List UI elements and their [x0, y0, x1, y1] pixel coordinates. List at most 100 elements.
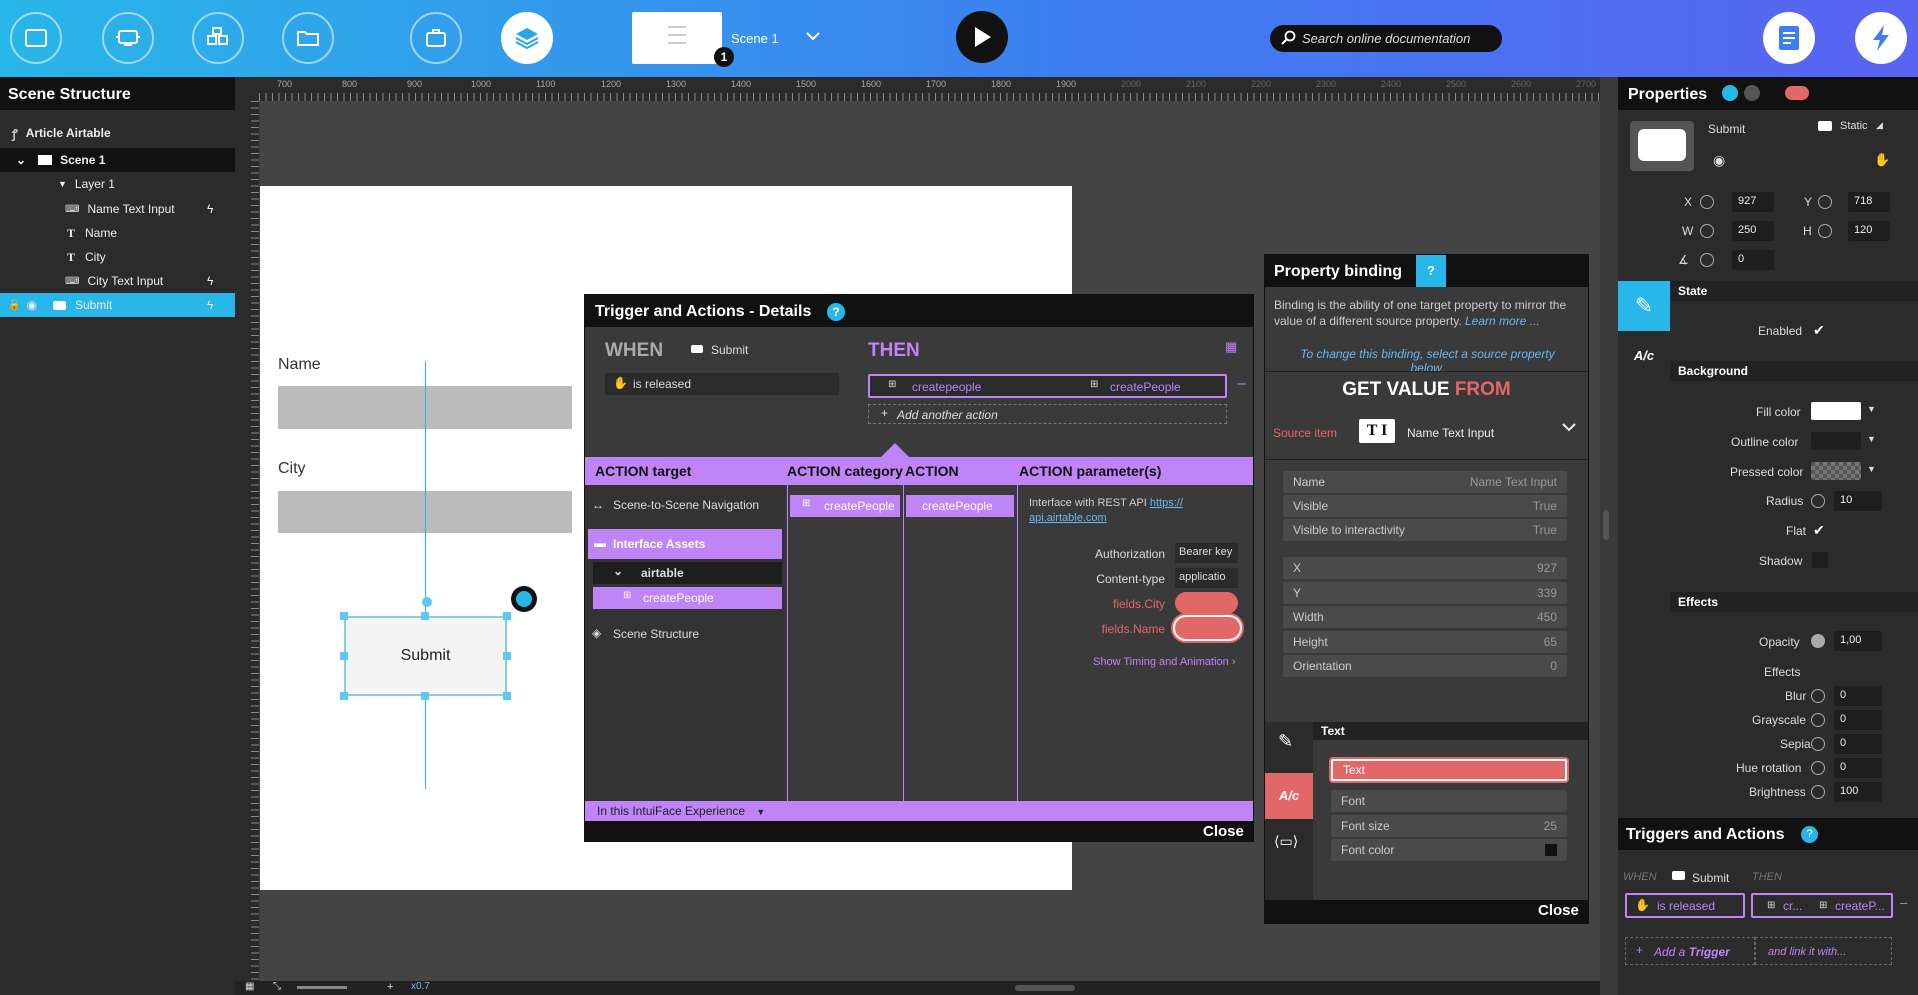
- help-icon[interactable]: ?: [1801, 826, 1818, 843]
- scope-selector[interactable]: In this IntuiFace Experience ▼: [585, 801, 1253, 821]
- triangle-down-icon[interactable]: ▼: [1867, 404, 1876, 414]
- bind-x-radio[interactable]: [1700, 195, 1714, 209]
- hue-rotation-field[interactable]: 0: [1834, 758, 1882, 778]
- source-prop-font-size[interactable]: Font size 25: [1331, 815, 1567, 837]
- hand-icon[interactable]: ✋: [1874, 152, 1890, 168]
- y-field[interactable]: 718: [1848, 192, 1890, 212]
- tree-item-city[interactable]: T City: [0, 245, 235, 269]
- add-action-button[interactable]: + Add another action: [868, 404, 1227, 424]
- city-label[interactable]: City: [278, 460, 306, 478]
- eye-icon[interactable]: ◉: [26, 298, 36, 312]
- binding-mode-icon[interactable]: [1722, 85, 1738, 101]
- vertical-scrollbar[interactable]: [1603, 510, 1609, 540]
- target-interface-assets[interactable]: ▬ Interface Assets: [588, 529, 782, 559]
- bind-y-radio[interactable]: [1818, 195, 1832, 209]
- chevron-down-icon[interactable]: [1561, 421, 1577, 436]
- source-prop-font[interactable]: Font: [1331, 790, 1567, 812]
- frame-icon[interactable]: ⟨▭⟩: [1274, 833, 1298, 850]
- fields-city-binding[interactable]: [1175, 592, 1238, 614]
- experience-root[interactable]: ꝭ Article Airtable: [0, 121, 235, 145]
- opacity-field[interactable]: 1,00: [1834, 631, 1882, 651]
- lock-icon[interactable]: 🔓: [8, 300, 20, 311]
- remove-action-icon[interactable]: –: [1237, 375, 1246, 393]
- add-trigger-button[interactable]: + Add a Trigger: [1625, 937, 1755, 965]
- close-button[interactable]: Close: [1203, 823, 1244, 840]
- action-row[interactable]: ⊞ createpeople ⊞ createPeople: [868, 374, 1227, 398]
- bind-w-radio[interactable]: [1700, 224, 1714, 238]
- bind-hue-radio[interactable]: [1811, 761, 1825, 775]
- show-timing-link[interactable]: Show Timing and Animation ›: [1093, 656, 1235, 668]
- add-collection-icon[interactable]: [192, 12, 244, 64]
- grid-icon[interactable]: ▦: [245, 981, 254, 992]
- add-scene-icon[interactable]: [10, 12, 62, 64]
- add-asset-icon[interactable]: [102, 12, 154, 64]
- fields-name-binding[interactable]: [1173, 615, 1242, 641]
- category-createpeople[interactable]: ⊞ createPeople: [790, 495, 900, 517]
- radius-field[interactable]: 10: [1834, 491, 1882, 511]
- bind-blur-radio[interactable]: [1811, 689, 1825, 703]
- sepia-field[interactable]: 0: [1834, 734, 1882, 754]
- tree-item-name[interactable]: T Name: [0, 221, 235, 245]
- source-prop-text[interactable]: Text: [1331, 759, 1567, 781]
- resize-handle[interactable]: [421, 612, 429, 620]
- shadow-checkbox[interactable]: [1812, 552, 1828, 568]
- learn-more-link[interactable]: Learn more ...: [1465, 314, 1540, 328]
- chevron-down-icon[interactable]: [805, 30, 821, 45]
- height-field[interactable]: 120: [1848, 221, 1890, 241]
- brush-icon[interactable]: ✎: [1278, 731, 1293, 752]
- target-scene-structure[interactable]: ◈ Scene Structure: [585, 622, 785, 646]
- fit-icon[interactable]: ⤡: [273, 981, 281, 992]
- binding-mode-icon[interactable]: [1744, 85, 1760, 101]
- bind-angle-radio[interactable]: [1700, 253, 1714, 267]
- tree-item-name-text-input[interactable]: ⌨ Name Text Input ϟ: [0, 197, 235, 221]
- report-icon[interactable]: [1763, 12, 1815, 64]
- layers-icon[interactable]: [501, 12, 553, 64]
- enabled-checkbox[interactable]: ✔: [1813, 322, 1825, 339]
- trigger-is-released[interactable]: ✋ is released: [605, 373, 839, 395]
- outline-color-swatch[interactable]: [1811, 432, 1861, 450]
- resize-handle[interactable]: [503, 652, 511, 660]
- brightness-field[interactable]: 100: [1834, 782, 1882, 802]
- brush-icon[interactable]: ✎: [1618, 281, 1670, 331]
- angle-field[interactable]: 0: [1732, 250, 1774, 270]
- remove-action-icon[interactable]: –: [1900, 895, 1907, 910]
- target-scene-navigation[interactable]: ↔ Scene-to-Scene Navigation: [585, 494, 785, 518]
- link-action-button[interactable]: and link it with...: [1755, 937, 1892, 965]
- source-prop-x[interactable]: X 927: [1283, 557, 1567, 579]
- mode-selector[interactable]: Static: [1840, 120, 1868, 132]
- text-style-icon[interactable]: A/c: [1618, 331, 1670, 381]
- tree-item-scene-1[interactable]: ⌄ Scene 1: [0, 148, 235, 172]
- source-prop-visible[interactable]: Visible True: [1283, 495, 1567, 517]
- fill-color-swatch[interactable]: [1811, 402, 1861, 420]
- content-type-field[interactable]: applicatio: [1175, 568, 1238, 588]
- zoom-in-icon[interactable]: +: [387, 981, 393, 993]
- blur-field[interactable]: 0: [1834, 686, 1882, 706]
- grid-icon[interactable]: ▦: [1225, 339, 1237, 355]
- scene-thumbnail[interactable]: [632, 12, 722, 64]
- text-style-icon[interactable]: A/c: [1265, 773, 1313, 819]
- target-createpeople[interactable]: ⊞ createPeople: [593, 587, 782, 609]
- triangle-down-icon[interactable]: ▼: [1867, 464, 1876, 474]
- resize-handle[interactable]: [340, 612, 348, 620]
- rotate-handle[interactable]: [422, 597, 432, 607]
- zoom-slider[interactable]: [297, 986, 347, 989]
- action-summary[interactable]: ⊞ cr... ⊞ createP...: [1751, 893, 1893, 918]
- source-prop-visible-interactivity[interactable]: Visible to interactivity True: [1283, 519, 1567, 541]
- trigger-is-released[interactable]: ✋ is released: [1625, 893, 1745, 918]
- resize-handle[interactable]: [340, 652, 348, 660]
- x-field[interactable]: 927: [1732, 192, 1774, 212]
- pressed-color-swatch[interactable]: [1811, 462, 1861, 480]
- source-prop-height[interactable]: Height 65: [1283, 631, 1567, 653]
- search-input[interactable]: Search online documentation: [1270, 25, 1502, 52]
- lightning-icon[interactable]: [1855, 12, 1907, 64]
- bind-h-radio[interactable]: [1818, 224, 1832, 238]
- help-icon[interactable]: ?: [827, 303, 845, 321]
- tree-item-layer-1[interactable]: ▼ Layer 1: [0, 172, 235, 196]
- resize-handle[interactable]: [503, 612, 511, 620]
- bind-radius-radio[interactable]: [1811, 494, 1825, 508]
- submit-button[interactable]: Submit: [344, 616, 507, 696]
- grayscale-field[interactable]: 0: [1834, 710, 1882, 730]
- interface-assets-icon[interactable]: [410, 12, 462, 64]
- resize-handle[interactable]: [503, 692, 511, 700]
- action-createpeople[interactable]: createPeople: [906, 495, 1014, 517]
